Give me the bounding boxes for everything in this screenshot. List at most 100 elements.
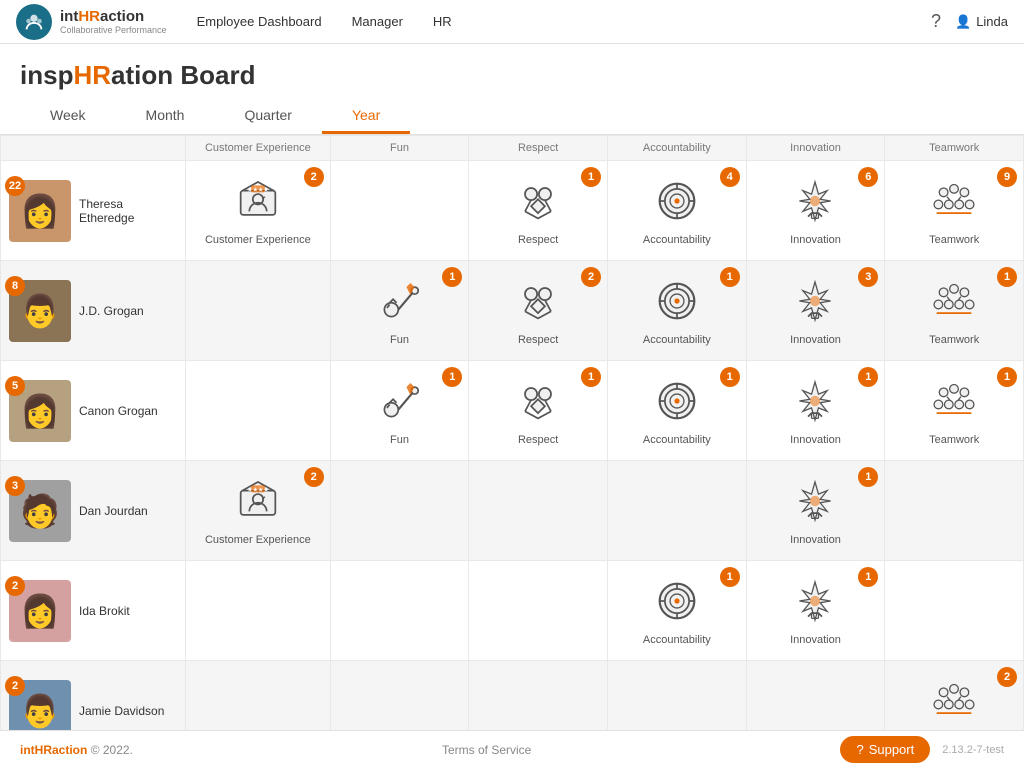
value-cell[interactable] xyxy=(885,561,1024,661)
value-badge: 1 xyxy=(720,267,740,287)
value-label: Teamwork xyxy=(885,234,1023,246)
support-button[interactable]: ? Support xyxy=(840,736,930,763)
value-cell[interactable]: 3 Innovation xyxy=(746,261,885,361)
value-cell[interactable] xyxy=(186,361,331,461)
person-cell[interactable]: 22 👩 Theresa Etheredge xyxy=(1,161,186,261)
value-badge: 2 xyxy=(581,267,601,287)
person-cell[interactable]: 8 👨 J.D. Grogan xyxy=(1,261,186,361)
tab-week[interactable]: Week xyxy=(20,99,116,134)
value-cell[interactable]: 6 Innovation xyxy=(746,161,885,261)
col-person xyxy=(1,136,186,161)
svg-text:★★★★: ★★★★ xyxy=(247,186,269,193)
value-cell[interactable]: 1 Teamwork xyxy=(885,361,1024,461)
nav-right: ? 👤 Linda xyxy=(931,11,1008,32)
value-cell[interactable] xyxy=(469,561,608,661)
value-cell[interactable]: 1 Innovation xyxy=(746,361,885,461)
value-label: Innovation xyxy=(747,434,885,446)
help-icon[interactable]: ? xyxy=(931,11,941,32)
tabs: Week Month Quarter Year xyxy=(0,99,1024,135)
nav-employee-dashboard[interactable]: Employee Dashboard xyxy=(197,14,322,29)
person-badge: 22 xyxy=(5,176,25,196)
value-badge: 1 xyxy=(997,367,1017,387)
person-cell[interactable]: 2 👩 Ida Brokit xyxy=(1,561,186,661)
value-cell[interactable]: 1 Respect xyxy=(469,161,608,261)
value-cell[interactable]: 9 Teamwork xyxy=(885,161,1024,261)
value-cell[interactable]: 2 ★★★★ Customer Experience xyxy=(186,461,331,561)
value-cell[interactable] xyxy=(885,461,1024,561)
value-label: Innovation xyxy=(747,534,885,546)
page-title: inspHRation Board xyxy=(20,60,1004,91)
board-table: Customer Experience Fun Respect Accounta… xyxy=(0,135,1024,745)
value-cell[interactable]: 1 Fun xyxy=(330,361,469,461)
value-cell[interactable]: 1 Accountability xyxy=(608,561,747,661)
value-cell[interactable] xyxy=(330,561,469,661)
person-badge: 5 xyxy=(5,376,25,396)
nav-manager[interactable]: Manager xyxy=(352,14,403,29)
value-cell[interactable] xyxy=(330,161,469,261)
footer-center: Terms of Service xyxy=(133,743,841,757)
value-cell[interactable] xyxy=(608,461,747,561)
svg-text:★★★★: ★★★★ xyxy=(247,486,269,493)
tab-year[interactable]: Year xyxy=(322,99,410,134)
table-row: 3 🧑 Dan Jourdan 2 ★★★★ Customer Experien… xyxy=(1,461,1024,561)
footer-right: ? Support 2.13.2-7-test xyxy=(840,736,1004,763)
value-badge: 1 xyxy=(997,267,1017,287)
person-badge: 2 xyxy=(5,576,25,596)
value-badge: 1 xyxy=(581,167,601,187)
value-cell[interactable] xyxy=(330,461,469,561)
value-cell[interactable]: 1 Respect xyxy=(469,361,608,461)
value-cell[interactable]: 1 Accountability xyxy=(608,261,747,361)
value-badge: 1 xyxy=(720,567,740,587)
tab-month[interactable]: Month xyxy=(116,99,215,134)
support-label: Support xyxy=(869,742,915,757)
col-fun: Fun xyxy=(330,136,469,161)
logo-sub: Collaborative Performance xyxy=(60,25,167,35)
value-badge: 2 xyxy=(304,167,324,187)
value-cell[interactable] xyxy=(469,461,608,561)
nav-hr[interactable]: HR xyxy=(433,14,452,29)
footer-tos[interactable]: Terms of Service xyxy=(442,743,531,757)
logo-text: intHRaction Collaborative Performance xyxy=(60,8,167,35)
tab-quarter[interactable]: Quarter xyxy=(214,99,321,134)
person-cell[interactable]: 3 🧑 Dan Jourdan xyxy=(1,461,186,561)
value-label: Innovation xyxy=(747,234,885,246)
value-cell[interactable]: 1 Accountability xyxy=(608,361,747,461)
value-cell[interactable] xyxy=(186,261,331,361)
value-badge: 2 xyxy=(997,667,1017,687)
value-cell[interactable]: 1 Innovation xyxy=(746,461,885,561)
col-cust-exp: Customer Experience xyxy=(186,136,331,161)
value-cell[interactable]: 1 Innovation xyxy=(746,561,885,661)
board-scroll[interactable]: Customer Experience Fun Respect Accounta… xyxy=(0,135,1024,745)
value-badge: 2 xyxy=(304,467,324,487)
table-row: 5 👩 Canon Grogan 1 Fun 1 xyxy=(1,361,1024,461)
person-cell[interactable]: 5 👩 Canon Grogan xyxy=(1,361,186,461)
value-cell[interactable]: 1 Teamwork xyxy=(885,261,1024,361)
value-cell[interactable]: 4 Accountability xyxy=(608,161,747,261)
footer-copyright: © 2022. xyxy=(91,743,133,757)
person-name: Canon Grogan xyxy=(79,404,158,418)
footer: intHRaction © 2022. Terms of Service ? S… xyxy=(0,730,1024,768)
table-row: 2 👩 Ida Brokit 1 Accountability 1 xyxy=(1,561,1024,661)
logo-icon xyxy=(16,4,52,40)
person-badge: 2 xyxy=(5,676,25,696)
value-label: Respect xyxy=(469,234,607,246)
user-name: Linda xyxy=(976,14,1008,29)
footer-version: 2.13.2-7-test xyxy=(942,744,1004,756)
value-cell[interactable]: 2 ★★★★ Customer Experience xyxy=(186,161,331,261)
value-label: Accountability xyxy=(608,234,746,246)
logo[interactable]: intHRaction Collaborative Performance xyxy=(16,4,167,40)
value-cell[interactable] xyxy=(186,561,331,661)
col-innovation: Innovation xyxy=(746,136,885,161)
person-name: J.D. Grogan xyxy=(79,304,144,318)
value-label: Accountability xyxy=(608,334,746,346)
value-cell[interactable]: 1 Fun xyxy=(330,261,469,361)
value-badge: 4 xyxy=(720,167,740,187)
user-menu[interactable]: 👤 Linda xyxy=(955,14,1008,30)
col-teamwork: Teamwork xyxy=(885,136,1024,161)
col-respect: Respect xyxy=(469,136,608,161)
value-cell[interactable]: 2 Respect xyxy=(469,261,608,361)
person-name: Ida Brokit xyxy=(79,604,130,618)
value-badge: 1 xyxy=(581,367,601,387)
logo-main: intHRaction xyxy=(60,8,167,25)
nav-links: Employee Dashboard Manager HR xyxy=(197,14,931,29)
